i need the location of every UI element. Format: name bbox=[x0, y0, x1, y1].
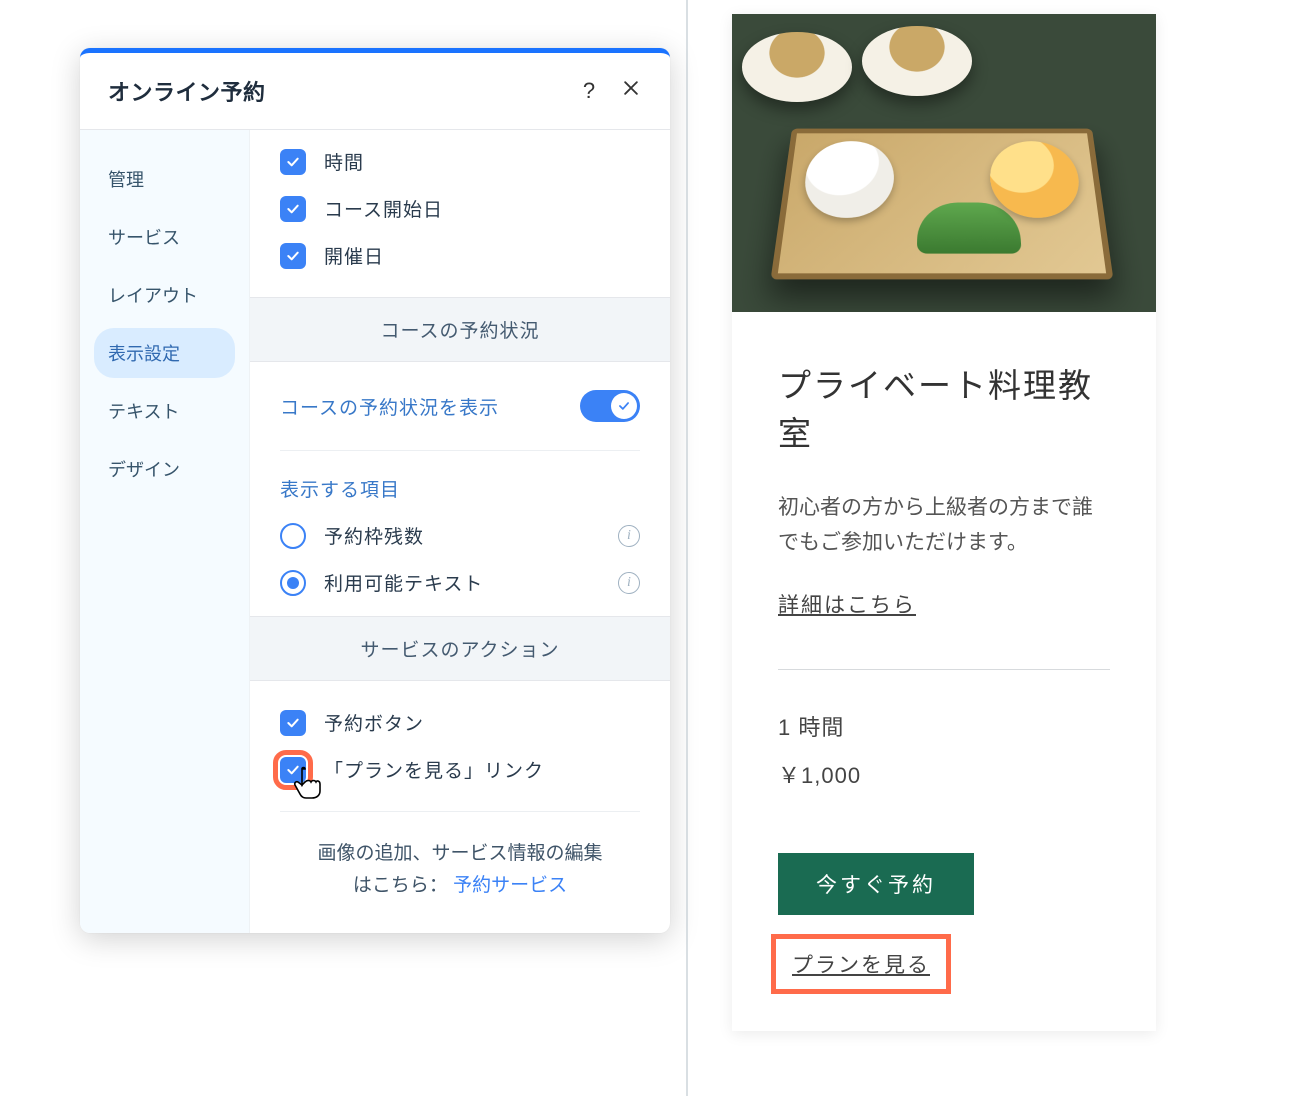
checkbox-plan-link[interactable] bbox=[280, 757, 306, 783]
toggle-row-reservation-status: コースの予約状況を表示 bbox=[280, 362, 640, 451]
panel-body: 管理 サービス レイアウト 表示設定 テキスト デザイン 時間 コー bbox=[80, 130, 670, 933]
action-check-list: 予約ボタン 「プランを見る」リンク bbox=[250, 681, 670, 811]
radio-row-available-text: 利用可能テキスト i bbox=[250, 559, 670, 616]
preview-description: 初心者の方から上級者の方まで誰でもご参加いただけます。 bbox=[778, 490, 1110, 561]
check-row-time: 時間 bbox=[280, 138, 640, 185]
preview-image bbox=[732, 14, 1156, 312]
vertical-divider bbox=[686, 0, 688, 1096]
radio-slots-remaining[interactable] bbox=[280, 523, 306, 549]
section-header-service-action: サービスのアクション bbox=[250, 616, 670, 681]
toggle-knob bbox=[611, 393, 637, 419]
radio-row-slots-remaining: 予約枠残数 i bbox=[250, 512, 670, 559]
preview-card: プライベート料理教室 初心者の方から上級者の方まで誰でもご参加いただけます。 詳… bbox=[732, 14, 1156, 1031]
preview-title: プライベート料理教室 bbox=[778, 362, 1110, 458]
sidebar: 管理 サービス レイアウト 表示設定 テキスト デザイン bbox=[80, 130, 250, 933]
preview-duration: 1 時間 bbox=[778, 704, 1110, 752]
panel-title: オンライン予約 bbox=[108, 75, 574, 107]
preview-price: ￥1,000 bbox=[778, 752, 1110, 800]
help-icon[interactable]: ? bbox=[574, 78, 604, 104]
toggle-label: コースの予約状況を表示 bbox=[280, 393, 499, 420]
footer-text: 画像の追加、サービス情報の編集はこちら： 予約サービス bbox=[280, 811, 640, 933]
reserve-now-button[interactable]: 今すぐ予約 bbox=[778, 853, 974, 915]
sidebar-item-layout[interactable]: レイアウト bbox=[94, 270, 235, 320]
radio-label: 予約枠残数 bbox=[324, 522, 600, 549]
check-row-plan-link: 「プランを見る」リンク bbox=[280, 746, 640, 793]
top-check-list: 時間 コース開始日 開催日 bbox=[250, 130, 670, 297]
checkbox-course-start[interactable] bbox=[280, 196, 306, 222]
check-label: 予約ボタン bbox=[324, 709, 424, 736]
radio-label: 利用可能テキスト bbox=[324, 569, 600, 596]
footer-link[interactable]: 予約サービス bbox=[453, 875, 567, 896]
sidebar-item-manage[interactable]: 管理 bbox=[94, 154, 235, 204]
section-header-reservation: コースの予約状況 bbox=[250, 297, 670, 362]
checkbox-reserve-button[interactable] bbox=[280, 710, 306, 736]
preview-body: プライベート料理教室 初心者の方から上級者の方まで誰でもご参加いただけます。 詳… bbox=[732, 312, 1156, 1031]
sidebar-item-design[interactable]: デザイン bbox=[94, 444, 235, 494]
check-row-course-start: コース開始日 bbox=[280, 185, 640, 232]
info-icon[interactable]: i bbox=[618, 572, 640, 594]
plan-link-highlight: プランを見る bbox=[778, 941, 944, 987]
settings-content: 時間 コース開始日 開催日 コースの予約状況 コースの予約状況を表示 bbox=[250, 130, 670, 933]
check-row-event-date: 開催日 bbox=[280, 232, 640, 279]
checkbox-event-date[interactable] bbox=[280, 243, 306, 269]
close-icon[interactable] bbox=[616, 78, 646, 104]
check-label: 時間 bbox=[324, 148, 364, 175]
preview-divider bbox=[778, 669, 1110, 670]
sidebar-item-text[interactable]: テキスト bbox=[94, 386, 235, 436]
panel-header: オンライン予約 ? bbox=[80, 53, 670, 130]
checkbox-time[interactable] bbox=[280, 149, 306, 175]
details-link[interactable]: 詳細はこちら bbox=[778, 589, 916, 625]
check-label: 開催日 bbox=[324, 242, 384, 269]
subsection-label-display-items: 表示する項目 bbox=[250, 451, 670, 512]
settings-panel: オンライン予約 ? 管理 サービス レイアウト 表示設定 テキスト デザイン 時… bbox=[80, 48, 670, 933]
toggle-reservation-status[interactable] bbox=[580, 390, 640, 422]
check-label: コース開始日 bbox=[324, 195, 443, 222]
sidebar-item-display-settings[interactable]: 表示設定 bbox=[94, 328, 235, 378]
view-plan-link[interactable]: プランを見る bbox=[792, 954, 930, 977]
radio-available-text[interactable] bbox=[280, 570, 306, 596]
info-icon[interactable]: i bbox=[618, 525, 640, 547]
check-label: 「プランを見る」リンク bbox=[324, 756, 544, 783]
sidebar-item-service[interactable]: サービス bbox=[94, 212, 235, 262]
check-row-reserve-button: 予約ボタン bbox=[280, 699, 640, 746]
